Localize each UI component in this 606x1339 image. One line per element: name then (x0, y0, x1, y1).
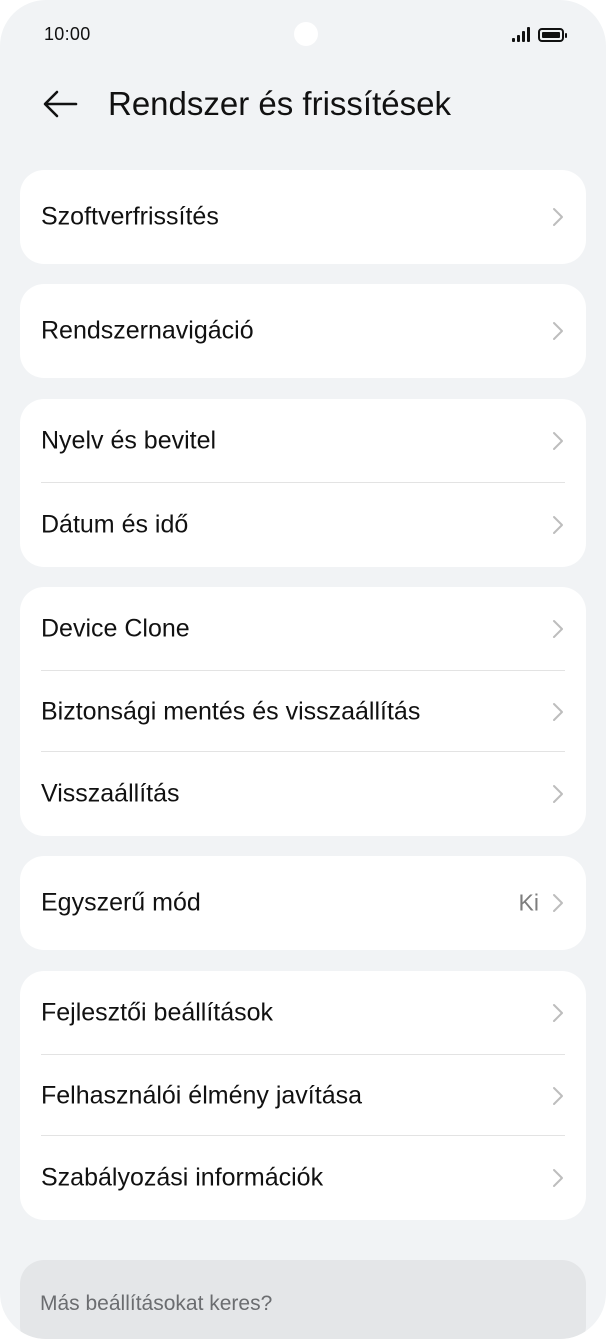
status-time: 10:00 (44, 24, 91, 44)
settings-item-label: Egyszerű mód (41, 888, 201, 917)
chevron-right-icon (553, 516, 563, 534)
settings-group-navigation: Rendszernavigáció (20, 284, 586, 378)
settings-item-label: Rendszernavigáció (41, 316, 254, 345)
settings-item-label: Visszaállítás (41, 779, 180, 808)
page-title: Rendszer és frissítések (108, 85, 451, 122)
chevron-right-icon (553, 322, 563, 340)
settings-group-language-time: Nyelv és bevitel Dátum és idő (20, 399, 586, 567)
back-button[interactable] (40, 84, 80, 124)
header: Rendszer és frissítések (0, 72, 606, 136)
settings-item-date-time[interactable]: Dátum és idő (20, 483, 586, 567)
settings-item-label: Biztonsági mentés és visszaállítás (41, 697, 421, 725)
chevron-right-icon (553, 1086, 563, 1105)
chevron-right-icon (553, 620, 563, 638)
chevron-right-icon (553, 208, 563, 226)
settings-group-backup: Device Clone Biztonsági mentés és vissza… (20, 587, 586, 836)
status-bar: 10:00 (0, 0, 606, 72)
chevron-right-icon (553, 1169, 563, 1187)
settings-group-developer: Fejlesztői beállítások Felhasználói élmé… (20, 971, 586, 1220)
chevron-right-icon (553, 702, 563, 721)
arrow-left-icon (43, 90, 78, 118)
settings-item-reset[interactable]: Visszaállítás (20, 752, 586, 836)
settings-item-label: Dátum és idő (41, 510, 189, 539)
settings-item-label: Szoftverfrissítés (41, 202, 219, 231)
settings-item-device-clone[interactable]: Device Clone (20, 587, 586, 671)
settings-item-value: Ki (518, 889, 539, 916)
status-icons (512, 26, 567, 42)
chevron-right-icon (553, 785, 563, 803)
settings-item-simple-mode[interactable]: Egyszerű mód Ki (20, 856, 586, 950)
chevron-right-icon (553, 1004, 563, 1022)
settings-item-label: Fejlesztői beállítások (41, 998, 274, 1027)
settings-item-system-navigation[interactable]: Rendszernavigáció (20, 284, 586, 378)
settings-item-label: Device Clone (41, 614, 190, 643)
chevron-right-icon (553, 432, 563, 450)
settings-item-backup-restore[interactable]: Biztonsági mentés és visszaállítás (20, 671, 586, 752)
settings-item-language-input[interactable]: Nyelv és bevitel (20, 399, 586, 483)
settings-group-simple-mode: Egyszerű mód Ki (20, 856, 586, 950)
settings-item-label: Felhasználói élmény javítása (41, 1081, 362, 1109)
search-prompt-text: Más beállításokat keres? (40, 1292, 273, 1315)
front-camera (294, 22, 318, 46)
settings-item-software-update[interactable]: Szoftverfrissítés (20, 170, 586, 264)
battery-icon (538, 28, 567, 42)
settings-item-label: Nyelv és bevitel (41, 426, 217, 455)
phone-screen: 10:00 Rendszer és frissítések Szoftverfr… (0, 0, 606, 1339)
settings-item-developer-options[interactable]: Fejlesztői beállítások (20, 971, 586, 1055)
settings-group-updates: Szoftverfrissítés (20, 170, 586, 264)
settings-item-user-experience[interactable]: Felhasználói élmény javítása (20, 1055, 586, 1136)
settings-item-label: Szabályozási információk (41, 1163, 324, 1192)
chevron-right-icon (553, 894, 563, 912)
search-settings-prompt[interactable]: Más beállításokat keres? (20, 1260, 586, 1339)
settings-item-regulatory-info[interactable]: Szabályozási információk (20, 1136, 586, 1220)
signal-icon (512, 26, 530, 42)
